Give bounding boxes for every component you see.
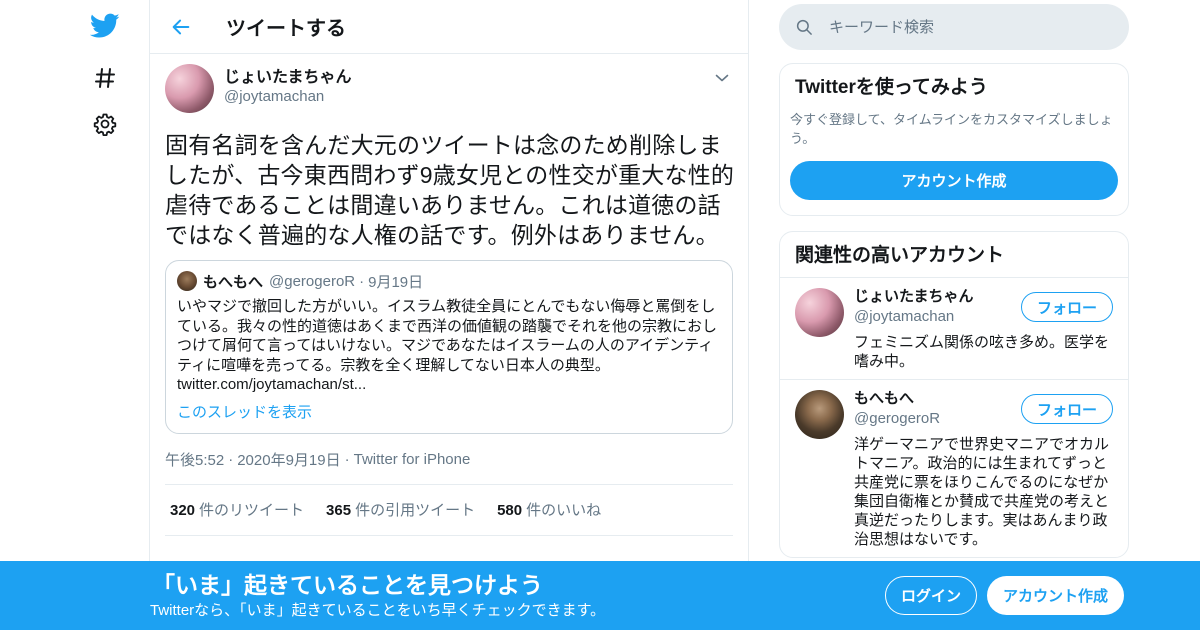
gear-icon [93, 113, 117, 136]
arrow-left-icon [172, 19, 190, 34]
quote-header: もへもへ @gerogeroR · 9月19日 [177, 271, 721, 291]
banner-subtitle: Twitterなら、「いま」起きていることをいち早くチェックできます。 [150, 602, 606, 619]
page-title: ツイートする [226, 18, 346, 40]
login-button[interactable]: ログイン [885, 576, 977, 615]
likes-count: 580 [497, 502, 523, 519]
back-button[interactable] [168, 14, 194, 40]
banner-title: 「いま」起きていることを見つけよう [152, 572, 543, 598]
quotes-count: 365 [326, 502, 352, 519]
twitter-logo-link[interactable] [80, 6, 130, 46]
tweet-source[interactable]: Twitter for iPhone [354, 451, 471, 468]
tweet-stats: 320 件のリツイート 365 件の引用ツイート 580 件のいいね [165, 483, 733, 536]
quotes-stat[interactable]: 365 件の引用ツイート [326, 499, 475, 520]
tweet-date: 2020年9月19日 [237, 452, 341, 469]
user-handle[interactable]: @joytamachan [224, 88, 352, 106]
signup-card-title: Twitterを使ってみよう [795, 77, 988, 98]
follow-button[interactable]: フォロー [1021, 292, 1113, 322]
follow-button[interactable]: フォロー [1021, 394, 1113, 424]
account-bio: 洋ゲーマニアで世界史マニアでオカルトマニア。政治的には生まれてずっと共産党に票を… [854, 436, 1110, 548]
likes-stat[interactable]: 580 件のいいね [497, 499, 601, 520]
meta-separator: · [228, 451, 234, 468]
search-icon [796, 19, 812, 35]
avatar[interactable] [795, 288, 844, 337]
main-header: ツイートする [150, 0, 748, 54]
show-thread-link[interactable]: このスレッドを表示 [177, 403, 721, 423]
tweet-author: じょいたまちゃん @joytamachan [165, 64, 733, 116]
signup-banner: 「いま」起きていることを見つけよう Twitterなら、「いま」起きていることを… [0, 561, 1200, 630]
chevron-down-icon [715, 74, 729, 82]
tweet: じょいたまちゃん @joytamachan 固有名詞を含んだ大元のツイートは念の… [150, 54, 748, 536]
retweets-stat[interactable]: 320 件のリツイート [170, 499, 304, 520]
quote-date: 9月19日 [368, 273, 424, 291]
hashtag-icon [95, 68, 115, 88]
quote-separator: · [359, 272, 365, 290]
twitter-bird-icon [90, 13, 120, 38]
tweet-metadata: 午後5:52 · 2020年9月19日 · Twitter for iPhone [165, 450, 733, 470]
author-names: じょいたまちゃん @joytamachan [224, 68, 352, 106]
quote-link[interactable]: twitter.com/joytamachan/st... [177, 375, 721, 395]
quotes-label: 件の引用ツイート [355, 502, 476, 519]
tweet-text: 固有名詞を含んだ大元のツイートは念のため削除しましたが、古今東西問わず9歳女児と… [165, 132, 735, 248]
signup-card-description: 今すぐ登録して、タイムラインをカスタマイズしましょう。 [790, 112, 1113, 146]
banner-create-account-button[interactable]: アカウント作成 [987, 576, 1124, 615]
avatar[interactable] [795, 390, 844, 439]
likes-label: 件のいいね [526, 502, 602, 519]
create-account-button[interactable]: アカウント作成 [790, 161, 1118, 200]
avatar[interactable] [165, 64, 214, 113]
quote-display-name: もへもへ [203, 273, 264, 291]
retweets-count: 320 [170, 502, 196, 519]
settings-link[interactable] [80, 104, 130, 144]
related-accounts-title: 関連性の高いアカウント [780, 232, 1128, 278]
quote-handle: @gerogeroR [269, 272, 356, 290]
explore-link[interactable] [80, 58, 130, 98]
meta-separator: · [344, 451, 350, 468]
more-options-button[interactable] [712, 68, 732, 88]
related-account[interactable]: じょいたまちゃん @joytamachan フェミニズム関係の呟き多め。医学を嗜… [780, 278, 1128, 380]
quote-avatar [177, 271, 197, 291]
main-column: ツイートする じょいたまちゃん @joytamachan 固有名詞を含んだ大元の… [149, 0, 749, 630]
related-account[interactable]: もへもへ @gerogeroR 洋ゲーマニアで世界史マニアでオカルトマニア。政治… [780, 380, 1128, 557]
retweets-label: 件のリツイート [199, 502, 305, 519]
account-bio: フェミニズム関係の呟き多め。医学を嗜み中。 [854, 334, 1110, 370]
display-name[interactable]: じょいたまちゃん [224, 68, 352, 88]
signup-card: Twitterを使ってみよう 今すぐ登録して、タイムラインをカスタマイズしましょ… [779, 63, 1129, 216]
related-accounts-card: 関連性の高いアカウント じょいたまちゃん @joytamachan フェミニズム… [779, 231, 1129, 558]
tweet-time: 午後5:52 [165, 452, 225, 469]
quoted-tweet[interactable]: もへもへ @gerogeroR · 9月19日 いやマジで撤回した方がいい。イス… [165, 260, 733, 434]
search-input[interactable] [829, 18, 1109, 36]
quote-text: いやマジで撤回した方がいい。イスラム教徒全員にとんでもない侮辱と罵倒をしている。… [177, 298, 718, 374]
search-box [779, 4, 1129, 50]
